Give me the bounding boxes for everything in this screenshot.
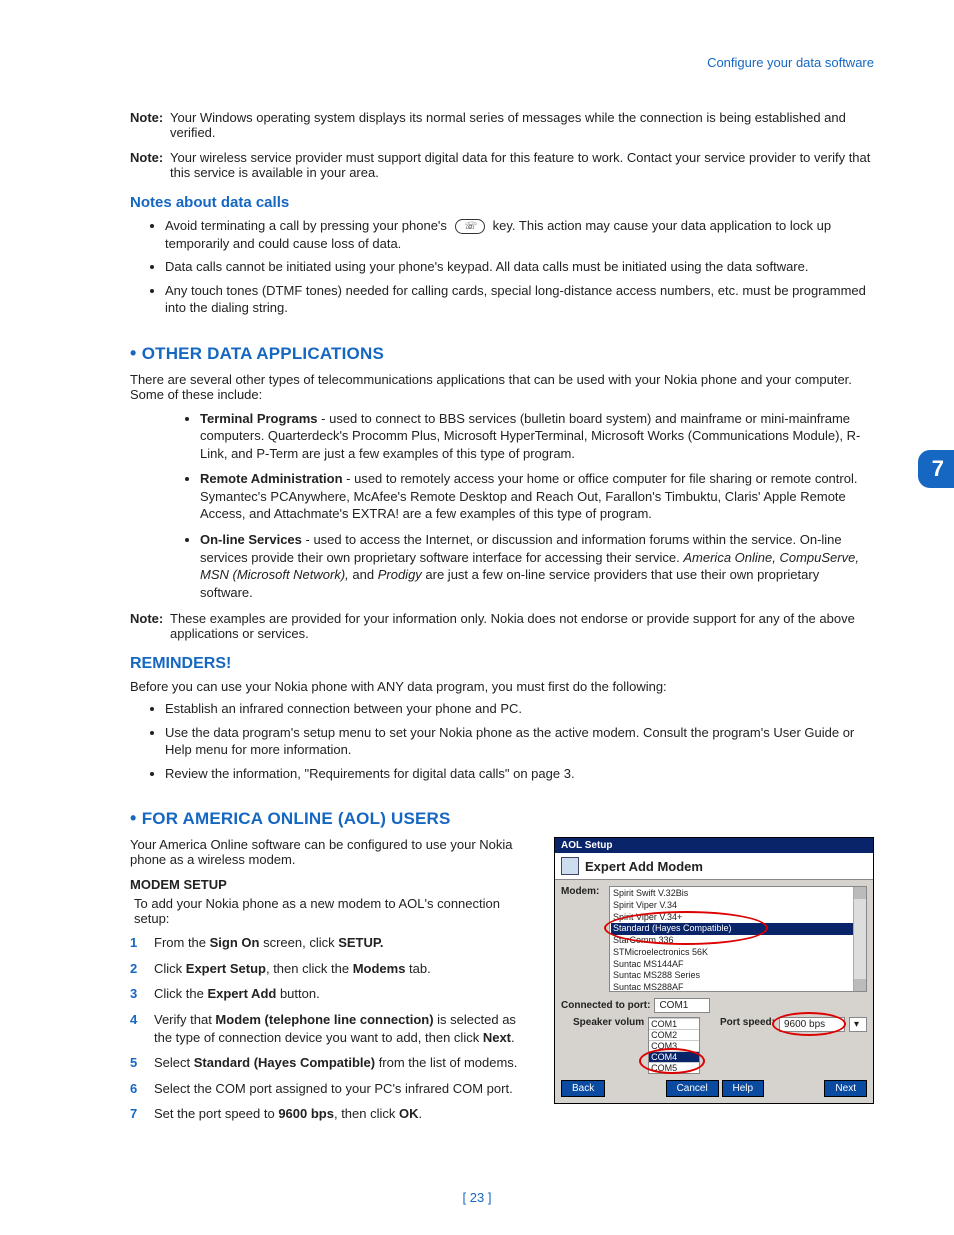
list-item: Remote Administration - used to remotely… <box>200 470 874 523</box>
speaker-volume-label: Speaker volum <box>573 1017 644 1028</box>
port-speed-label: Port speed: <box>720 1017 775 1028</box>
reminders-intro: Before you can use your Nokia phone with… <box>130 679 874 694</box>
step-item: Click Expert Setup, then click the Modem… <box>130 960 536 978</box>
note: Note:Your Windows operating system displ… <box>130 110 874 140</box>
section-other-intro: There are several other types of telecom… <box>130 372 874 402</box>
step-item: Verify that Modem (telephone line connec… <box>130 1011 536 1046</box>
section-title-notes-about: Notes about data calls <box>130 194 874 211</box>
modem-option[interactable]: Suntac MS144AF <box>611 959 865 971</box>
modem-option[interactable]: STMicroelectronics 56K <box>611 947 865 959</box>
modem-option[interactable]: Spirit Viper V.34 <box>611 900 865 912</box>
aol-dialog: AOL Setup Expert Add Modem Modem: Spirit… <box>554 837 874 1104</box>
list-item: Review the information, "Requirements fo… <box>165 765 874 783</box>
chapter-tab: 7 <box>918 450 954 488</box>
modem-setup-heading: MODEM SETUP <box>130 877 536 892</box>
list-item: Establish an infrared connection between… <box>165 700 874 718</box>
modem-setup-intro: To add your Nokia phone as a new modem t… <box>134 896 536 926</box>
list-item: Terminal Programs - used to connect to B… <box>200 410 874 463</box>
modem-option[interactable]: Standard (Hayes Compatible) <box>611 923 865 935</box>
other-apps-list: Terminal Programs - used to connect to B… <box>130 410 874 601</box>
connected-port-label: Connected to port: <box>561 1000 650 1011</box>
back-button[interactable]: Back <box>561 1080 605 1097</box>
dropdown-arrow-icon[interactable]: ▾ <box>849 1017 867 1032</box>
scrollbar[interactable] <box>853 887 866 991</box>
step-item: Select Standard (Hayes Compatible) from … <box>130 1054 536 1072</box>
other-note: Note: These examples are provided for yo… <box>130 611 874 641</box>
aol-dialog-title: AOL Setup <box>555 838 873 853</box>
list-item: Use the data program's setup menu to set… <box>165 724 874 759</box>
header-breadcrumb: Configure your data software <box>707 55 874 70</box>
modem-label: Modem: <box>561 886 603 992</box>
page-number: [ 23 ] <box>0 1190 954 1205</box>
note-text: Your Windows operating system displays i… <box>170 110 874 140</box>
cancel-button[interactable]: Cancel <box>666 1080 719 1097</box>
next-button[interactable]: Next <box>824 1080 867 1097</box>
step-item: Set the port speed to 9600 bps, then cli… <box>130 1105 536 1123</box>
help-button[interactable]: Help <box>722 1080 765 1097</box>
list-item: On-line Services - used to access the In… <box>200 531 874 601</box>
modem-option[interactable]: Suntac MS288 Series <box>611 970 865 982</box>
com-port-dropdown[interactable]: COM1COM2COM3COM4COM5 <box>648 1017 700 1074</box>
end-call-key-icon: ☏ <box>455 219 486 235</box>
com-option[interactable]: COM4 <box>649 1051 699 1062</box>
section-title-aol: FOR AMERICA ONLINE (AOL) USERS <box>130 808 874 829</box>
step-item: Select the COM port assigned to your PC'… <box>130 1080 536 1098</box>
step-item: Click the Expert Add button. <box>130 985 536 1003</box>
list-item: Data calls cannot be initiated using you… <box>165 258 874 276</box>
aol-intro: Your America Online software can be conf… <box>130 837 536 867</box>
modem-option[interactable]: Spirit Viper V.34+ <box>611 912 865 924</box>
aol-logo-icon <box>561 857 579 875</box>
section-title-reminders: REMINDERS! <box>130 655 874 673</box>
note-text: These examples are provided for your inf… <box>170 611 874 641</box>
reminders-list: Establish an infrared connection between… <box>130 700 874 782</box>
modem-option[interactable]: Spirit Swift V.32Bis <box>611 888 865 900</box>
com-option[interactable]: COM2 <box>649 1029 699 1040</box>
modem-listbox[interactable]: Spirit Swift V.32BisSpirit Viper V.34Spi… <box>609 886 867 992</box>
list-item: Avoid terminating a call by pressing you… <box>165 217 874 252</box>
notes-about-list: Avoid terminating a call by pressing you… <box>130 217 874 317</box>
note-label: Note: <box>130 110 170 140</box>
note-text: Your wireless service provider must supp… <box>170 150 874 180</box>
note-label: Note: <box>130 611 170 641</box>
step-item: From the Sign On screen, click SETUP. <box>130 934 536 952</box>
com-option[interactable]: COM1 <box>649 1018 699 1029</box>
modem-setup-steps: From the Sign On screen, click SETUP. Cli… <box>130 934 536 1122</box>
com-option[interactable]: COM3 <box>649 1040 699 1051</box>
modem-option[interactable]: StarComm 336 <box>611 935 865 947</box>
aol-dialog-header: Expert Add Modem <box>555 853 873 880</box>
port-speed-select[interactable]: 9600 bps <box>779 1017 845 1032</box>
com-option[interactable]: COM5 <box>649 1062 699 1073</box>
note-label: Note: <box>130 150 170 180</box>
port-select[interactable]: COM1 <box>654 998 710 1013</box>
list-item: Any touch tones (DTMF tones) needed for … <box>165 282 874 317</box>
modem-option[interactable]: Suntac MS288AF <box>611 982 865 994</box>
note: Note:Your wireless service provider must… <box>130 150 874 180</box>
section-title-other: OTHER DATA APPLICATIONS <box>130 343 874 364</box>
